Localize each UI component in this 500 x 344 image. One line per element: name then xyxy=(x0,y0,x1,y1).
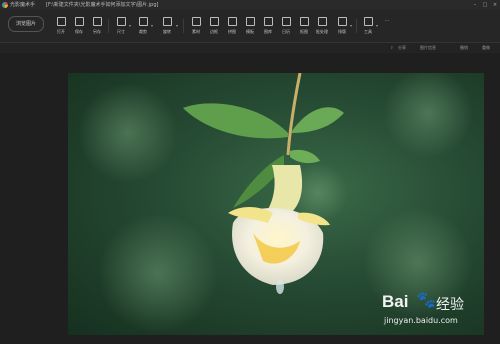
browse-images-button[interactable]: 浏览图片 xyxy=(8,16,44,32)
template-tool[interactable]: 模板 xyxy=(241,17,259,35)
more-button[interactable]: ··· xyxy=(378,15,396,23)
share-icon[interactable]: ⇪ xyxy=(390,43,393,53)
open-tool[interactable]: 打开 xyxy=(52,17,70,35)
crop-icon xyxy=(138,17,148,26)
image-info-button[interactable]: 图片信息 xyxy=(420,43,436,53)
redo-button[interactable]: 重做 xyxy=(482,43,490,53)
rotate-icon xyxy=(162,17,172,26)
close-button[interactable]: × xyxy=(490,0,500,10)
save-as-icon xyxy=(92,17,102,26)
batch-icon xyxy=(317,17,327,26)
rotate-tool[interactable]: 旋转 xyxy=(158,17,176,35)
wrench-icon xyxy=(363,17,373,26)
watermark-brand: Bai xyxy=(382,292,409,311)
watermark-url: jingyan.baidu.com xyxy=(384,316,458,325)
resize-icon xyxy=(116,17,126,26)
sticker-tool[interactable]: 素材 xyxy=(187,17,205,35)
undo-button[interactable]: 撤销 xyxy=(460,43,468,53)
frame-icon xyxy=(209,17,219,26)
rotate-dropdown-icon[interactable]: ▾ xyxy=(176,23,178,28)
crop-tool[interactable]: 裁剪 xyxy=(134,17,152,35)
minimize-button[interactable]: – xyxy=(470,0,480,10)
layout-dropdown-icon[interactable]: ▾ xyxy=(350,23,352,28)
frame-tool[interactable]: 边框 xyxy=(205,17,223,35)
cutout-tool[interactable]: 抠图 xyxy=(295,17,313,35)
resize-dropdown-icon[interactable]: ▾ xyxy=(129,23,131,28)
crop-dropdown-icon[interactable]: ▾ xyxy=(151,23,153,28)
save-icon xyxy=(74,17,84,26)
toolbar-separator xyxy=(108,19,109,33)
toolbar-separator xyxy=(183,19,184,33)
gallery-icon xyxy=(263,17,273,26)
batch-tool[interactable]: 批处理 xyxy=(313,17,331,35)
main-toolbar: 浏览图片 打开 保存 另存 尺寸 ▾ 裁剪 ▾ 旋转 ▾ 素材 边框 拼图 模板… xyxy=(0,10,500,43)
secondary-toolbar: ⇪ 分享 图片信息 撤销 重做 xyxy=(0,43,500,53)
maximize-button[interactable]: □ xyxy=(480,0,490,10)
title-bar: 光影魔术手 [F:\新建文件夹\光影魔术手如何添加文字\图片.jpg] – □ … xyxy=(0,0,500,10)
collage-icon xyxy=(227,17,237,26)
save-tool[interactable]: 保存 xyxy=(70,17,88,35)
template-icon xyxy=(245,17,255,26)
app-title: 光影魔术手 xyxy=(10,2,36,8)
layout-icon xyxy=(337,17,347,26)
sticker-icon xyxy=(191,17,201,26)
app-logo-icon xyxy=(2,2,8,8)
gallery-tool[interactable]: 图库 xyxy=(259,17,277,35)
cutout-icon xyxy=(299,17,309,26)
collage-tool[interactable]: 拼图 xyxy=(223,17,241,35)
file-path: [F:\新建文件夹\光影魔术手如何添加文字\图片.jpg] xyxy=(46,2,159,8)
resize-tool[interactable]: 尺寸 xyxy=(112,17,130,35)
calendar-tool[interactable]: 日历 xyxy=(277,17,295,35)
folder-icon xyxy=(56,17,66,26)
share-button[interactable]: 分享 xyxy=(398,43,406,53)
layout-tool[interactable]: 排版 xyxy=(333,17,351,35)
save-as-tool[interactable]: 另存 xyxy=(88,17,106,35)
tools-menu[interactable]: 工具 xyxy=(359,17,377,35)
baidu-jingyan-watermark: Bai 🐾 经验 jingyan.baidu.com xyxy=(378,290,488,338)
tools-dropdown-icon[interactable]: ▾ xyxy=(376,23,378,28)
toolbar-separator xyxy=(356,19,357,33)
watermark-suffix: 经验 xyxy=(436,297,464,313)
baidu-paw-icon: 🐾 xyxy=(416,290,436,309)
calendar-icon xyxy=(281,17,291,26)
